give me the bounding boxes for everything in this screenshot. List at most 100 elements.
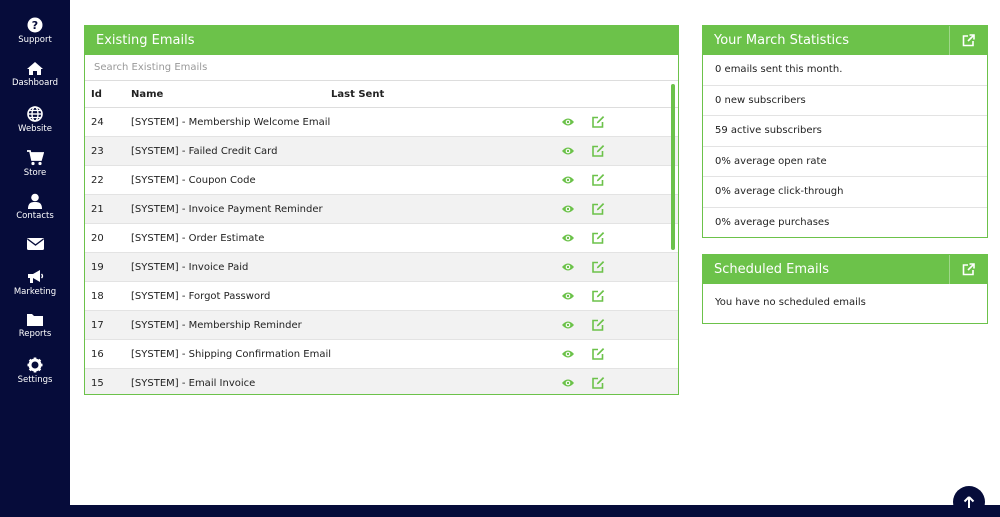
statistic-item: 0% average purchases (715, 216, 830, 228)
table-row[interactable]: 15 [SYSTEM] - Email Invoice (85, 369, 678, 394)
table-row[interactable]: 24 [SYSTEM] - Membership Welcome Email (85, 108, 678, 137)
sidebar: ? Support Dashboard Website Store Contac… (0, 0, 70, 517)
table-row[interactable]: 16 [SYSTEM] - Shipping Confirmation Email (85, 340, 678, 369)
megaphone-icon (28, 270, 44, 283)
edit-icon[interactable] (591, 202, 605, 219)
edit-icon[interactable] (591, 231, 605, 248)
edit-icon[interactable] (591, 173, 605, 190)
edit-icon[interactable] (591, 376, 605, 393)
email-name: [SYSTEM] - Membership Reminder (131, 320, 302, 331)
statistic-item: 59 active subscribers (703, 116, 987, 147)
sidebar-item-label: Reports (18, 329, 52, 339)
table-header: Id Name Last Sent (85, 81, 678, 108)
sidebar-item-label: Contacts (16, 211, 54, 221)
email-id: 20 (91, 233, 104, 244)
arrow-up-icon (963, 495, 975, 508)
edit-icon[interactable] (591, 115, 605, 132)
globe-icon (27, 106, 43, 122)
email-name: [SYSTEM] - Invoice Payment Reminder (131, 204, 323, 215)
table-row[interactable]: 17 [SYSTEM] - Membership Reminder (85, 311, 678, 340)
eye-icon[interactable] (561, 233, 575, 246)
external-link-icon (962, 34, 975, 47)
email-id: 23 (91, 146, 104, 157)
footer (70, 505, 1000, 517)
sidebar-item-reports[interactable]: Reports (0, 313, 70, 339)
scheduled-emails-message: You have no scheduled emails (715, 297, 866, 308)
scroll-to-top-button[interactable] (953, 486, 985, 517)
email-id: 24 (91, 117, 104, 128)
scheduled-emails-panel: Scheduled Emails You have no scheduled e… (702, 254, 988, 324)
email-name: [SYSTEM] - Forgot Password (131, 291, 271, 302)
sidebar-item-settings[interactable]: Settings (0, 357, 70, 385)
eye-icon[interactable] (561, 146, 575, 159)
table-row[interactable]: 21 [SYSTEM] - Invoice Payment Reminder (85, 195, 678, 224)
email-id: 15 (91, 378, 104, 389)
table-row[interactable]: 22 [SYSTEM] - Coupon Code (85, 166, 678, 195)
question-circle-icon: ? (27, 17, 43, 33)
edit-icon[interactable] (591, 347, 605, 364)
email-id: 16 (91, 349, 104, 360)
email-id: 19 (91, 262, 104, 273)
eye-icon[interactable] (561, 262, 575, 275)
eye-icon[interactable] (561, 175, 575, 188)
sidebar-item-support[interactable]: ? Support (0, 17, 70, 45)
external-link-button[interactable] (949, 26, 987, 55)
column-header-last-sent[interactable]: Last Sent (331, 89, 384, 100)
sidebar-item-dashboard[interactable]: Dashboard (0, 61, 70, 88)
eye-icon[interactable] (561, 349, 575, 362)
table-row[interactable]: 23 [SYSTEM] - Failed Credit Card (85, 137, 678, 166)
statistic-item: 0 emails sent this month. (703, 55, 987, 86)
envelope-icon (26, 238, 44, 250)
scheduled-emails-title: Scheduled Emails (714, 262, 829, 277)
sidebar-item-label: Support (18, 35, 52, 45)
svg-text:?: ? (32, 19, 38, 32)
external-link-button[interactable] (949, 255, 987, 284)
eye-icon[interactable] (561, 204, 575, 217)
panel-title: Your March Statistics (703, 26, 987, 55)
email-list: 24 [SYSTEM] - Membership Welcome Email 23 [… (85, 108, 678, 394)
edit-icon[interactable] (591, 289, 605, 306)
panel-title: Scheduled Emails (703, 255, 987, 284)
edit-icon[interactable] (591, 260, 605, 277)
email-name: [SYSTEM] - Order Estimate (131, 233, 265, 244)
email-name: [SYSTEM] - Coupon Code (131, 175, 256, 186)
email-name: [SYSTEM] - Membership Welcome Email (131, 117, 331, 128)
email-name: [SYSTEM] - Shipping Confirmation Email (131, 349, 332, 360)
eye-icon[interactable] (561, 117, 575, 130)
existing-emails-title: Existing Emails (96, 33, 195, 48)
statistic-item: 0% average click-through (703, 177, 987, 208)
sidebar-item-contacts[interactable]: Contacts (0, 193, 70, 221)
sidebar-item-email[interactable] (0, 238, 70, 252)
table-row[interactable]: 19 [SYSTEM] - Invoice Paid (85, 253, 678, 282)
scrollbar[interactable] (671, 84, 675, 250)
eye-icon[interactable] (561, 378, 575, 391)
sidebar-item-store[interactable]: Store (0, 150, 70, 178)
table-row[interactable]: 20 [SYSTEM] - Order Estimate (85, 224, 678, 253)
email-name: [SYSTEM] - Invoice Paid (131, 262, 249, 273)
sidebar-item-label: Dashboard (11, 78, 59, 88)
email-id: 18 (91, 291, 104, 302)
user-icon (28, 193, 42, 209)
search-input[interactable] (85, 55, 678, 81)
edit-icon[interactable] (591, 318, 605, 335)
panel-title: Existing Emails (85, 26, 678, 55)
sidebar-item-label: Settings (17, 375, 53, 385)
eye-icon[interactable] (561, 320, 575, 333)
sidebar-item-label: Store (23, 168, 47, 178)
statistics-panel: Your March Statistics 0 emails sent this… (702, 25, 988, 238)
home-icon (27, 62, 43, 75)
table-row[interactable]: 18 [SYSTEM] - Forgot Password (85, 282, 678, 311)
column-header-name[interactable]: Name (131, 89, 163, 100)
statistics-list: 0 emails sent this month. 0 new subscribe… (703, 55, 987, 237)
sidebar-item-marketing[interactable]: Marketing (0, 269, 70, 297)
sidebar-item-website[interactable]: Website (0, 106, 70, 134)
email-id: 21 (91, 204, 104, 215)
email-name: [SYSTEM] - Email Invoice (131, 378, 256, 389)
eye-icon[interactable] (561, 291, 575, 304)
edit-icon[interactable] (591, 144, 605, 161)
sidebar-item-label: Website (18, 124, 52, 134)
column-header-id[interactable]: Id (91, 89, 102, 100)
email-id: 22 (91, 175, 104, 186)
statistics-title: Your March Statistics (714, 33, 850, 48)
folder-icon (27, 314, 43, 326)
